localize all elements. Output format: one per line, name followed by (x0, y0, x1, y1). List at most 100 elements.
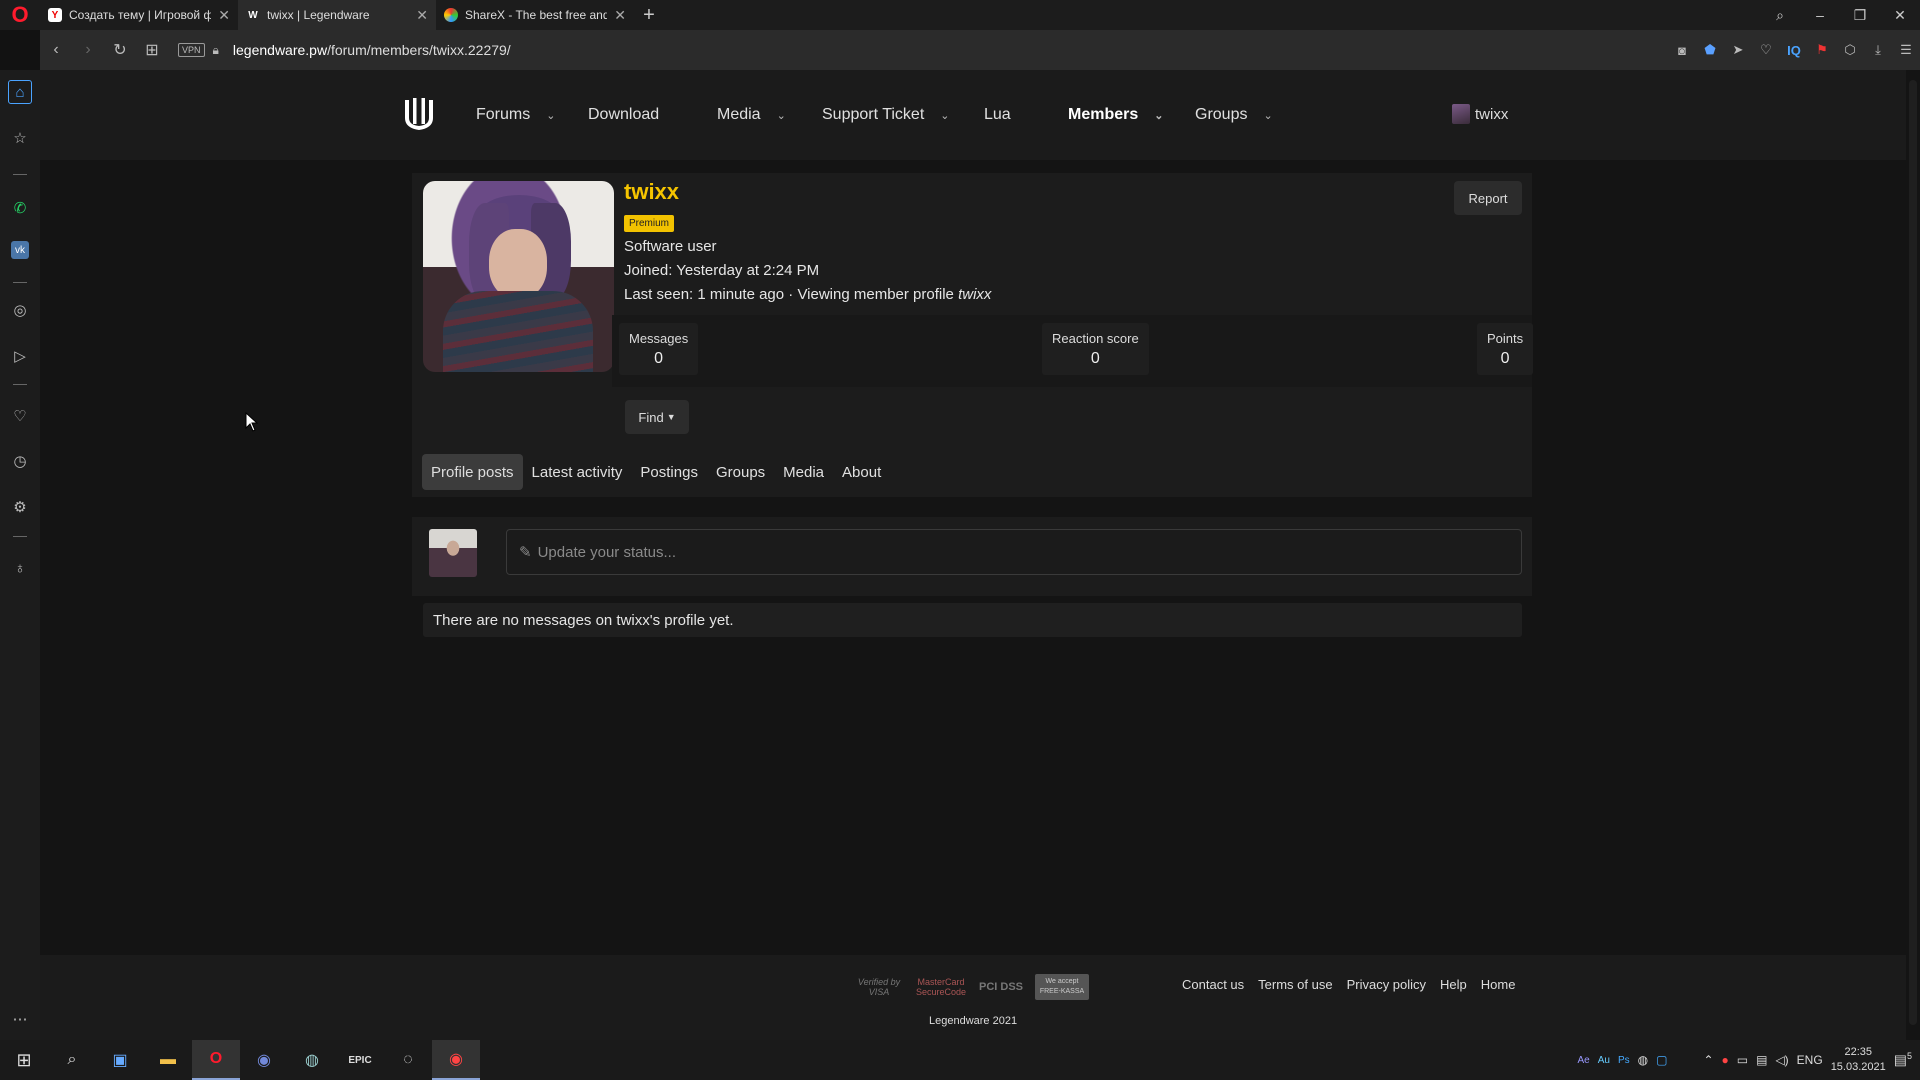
heart-icon[interactable]: ♡ (8, 404, 32, 428)
cube-icon[interactable]: ⬡ (1842, 42, 1858, 58)
tab-latest-activity[interactable]: Latest activity (523, 454, 632, 490)
address-bar: ‹ › ↻ ⊞ VPN 🔒︎ legendware.pw/forum/membe… (40, 30, 1920, 70)
footer-link-home[interactable]: Home (1481, 977, 1516, 992)
search-icon[interactable]: ⌕ (48, 1040, 96, 1080)
tab-groups[interactable]: Groups (707, 454, 774, 490)
epic-games-icon[interactable]: EPIC (336, 1040, 384, 1080)
chrome-tray-icon[interactable]: ● (1722, 1053, 1729, 1067)
close-tab-icon[interactable]: ✕ (218, 7, 230, 24)
widgets-icon[interactable]: ▣ (96, 1040, 144, 1080)
speed-dial-icon[interactable]: ⊞ (136, 40, 168, 60)
nav-members[interactable]: Members ⌄ (1068, 106, 1163, 124)
send-icon[interactable]: ➤ (1730, 42, 1746, 58)
monitor-icon[interactable]: ▭ (1737, 1053, 1748, 1067)
footer-link-privacy[interactable]: Privacy policy (1347, 977, 1426, 992)
back-icon[interactable]: ‹ (40, 41, 72, 59)
stat-points[interactable]: Points 0 (1477, 323, 1534, 375)
tab-legendware[interactable]: W twixx | Legendware ✕ (238, 0, 436, 30)
tab-postings[interactable]: Postings (631, 454, 707, 490)
legendware-logo[interactable] (402, 96, 436, 132)
sharex-taskbar-icon[interactable]: ◉ (432, 1040, 480, 1080)
footer-links: Contact us Terms of use Privacy policy H… (1182, 977, 1515, 992)
language-indicator[interactable]: ENG (1797, 1053, 1823, 1067)
network-icon[interactable]: ▤ (1756, 1053, 1767, 1067)
profile-avatar[interactable] (423, 181, 614, 372)
send-icon[interactable]: ▷ (8, 344, 32, 368)
nav-lua[interactable]: Lua (984, 106, 1011, 124)
chevron-up-icon[interactable]: ⌃ (1703, 1053, 1713, 1067)
footer-link-terms[interactable]: Terms of use (1258, 977, 1332, 992)
tab-sharex[interactable]: ShareX - The best free and ✕ (436, 0, 634, 30)
report-button[interactable]: Report (1454, 181, 1522, 215)
status-input[interactable]: ✎ Update your status... (506, 529, 1522, 575)
star-icon[interactable]: ☆ (8, 126, 32, 150)
nav-media[interactable]: Media ⌄ (717, 106, 786, 124)
audition-icon[interactable]: Au (1598, 1055, 1610, 1066)
windows-start-icon[interactable]: ⊞ (0, 1040, 48, 1080)
easy-setup-icon[interactable]: ☰ (1898, 42, 1914, 58)
file-explorer-icon[interactable]: ▬ (144, 1040, 192, 1080)
steam-icon[interactable]: ◍ (288, 1040, 336, 1080)
camera-icon[interactable]: ◙ (1674, 43, 1690, 58)
volume-icon[interactable]: ◁) (1775, 1053, 1788, 1067)
search-tabs-icon[interactable]: ⌕ (1760, 0, 1800, 30)
find-button[interactable]: Find ▼ (625, 400, 689, 434)
account-menu[interactable]: twixx (1452, 104, 1508, 124)
settings-icon[interactable]: ⚙ (8, 495, 32, 519)
minimize-button[interactable]: – (1800, 0, 1840, 30)
avatar[interactable] (429, 529, 477, 577)
history-icon[interactable]: ◷ (8, 449, 32, 473)
steam-tray-icon[interactable]: ◍ (1638, 1053, 1648, 1067)
tab-profile-posts[interactable]: Profile posts (422, 454, 523, 490)
whatsapp-icon[interactable]: ✆ (8, 196, 32, 220)
iq-extension-icon[interactable]: IQ (1786, 43, 1802, 58)
home-icon[interactable]: ⌂ (8, 80, 32, 104)
close-tab-icon[interactable]: ✕ (416, 7, 428, 24)
more-icon[interactable]: ⋯ (8, 1007, 32, 1031)
tab-yandex[interactable]: Y Создать тему | Игровой ф ✕ (40, 0, 238, 30)
scrollbar[interactable] (1906, 70, 1920, 1040)
obs-icon[interactable]: ◌ (384, 1040, 432, 1080)
close-window-button[interactable]: ✕ (1880, 0, 1920, 30)
url-field[interactable]: legendware.pw/forum/members/twixx.22279/ (233, 42, 511, 58)
notifications-icon[interactable]: ▤5 (1894, 1051, 1912, 1069)
tab-title: Создать тему | Игровой ф (69, 8, 212, 22)
forward-icon[interactable]: › (72, 41, 104, 59)
stat-messages[interactable]: Messages 0 (619, 323, 699, 375)
lightbulb-icon[interactable]: ♁ (8, 556, 32, 580)
stat-reaction-score[interactable]: Reaction score 0 (1042, 323, 1149, 375)
vpn-badge[interactable]: VPN (178, 43, 205, 57)
footer-link-help[interactable]: Help (1440, 977, 1467, 992)
lock-icon[interactable]: 🔒︎ (213, 43, 219, 58)
footer-link-contact[interactable]: Contact us (1182, 977, 1244, 992)
clock-time: 22:35 (1844, 1046, 1872, 1058)
nav-download[interactable]: Download (588, 106, 659, 124)
nav-groups[interactable]: Groups ⌄ (1195, 106, 1273, 124)
visa-logo: Verified by VISA (857, 977, 901, 997)
opera-taskbar-icon[interactable]: O (192, 1040, 240, 1080)
discord-icon[interactable]: ◉ (240, 1040, 288, 1080)
photoshop-icon[interactable]: Ps (1618, 1055, 1630, 1066)
flag-extension-icon[interactable]: ⚑ (1814, 42, 1830, 58)
close-tab-icon[interactable]: ✕ (614, 7, 626, 24)
tab-media[interactable]: Media (774, 454, 833, 490)
reload-icon[interactable]: ↻ (104, 40, 136, 60)
freekassa-logo: We accept FREE-KASSA (1035, 974, 1089, 1000)
player-icon[interactable]: ◎ (8, 298, 32, 322)
shield-icon[interactable]: ⬟ (1702, 42, 1718, 58)
after-effects-icon[interactable]: Ae (1577, 1055, 1589, 1066)
clock[interactable]: 22:35 15.03.2021 (1831, 1045, 1886, 1075)
download-icon[interactable]: ⤓ (1870, 42, 1886, 58)
tab-title: ShareX - The best free and (465, 8, 608, 22)
last-seen-link[interactable]: twixx (958, 286, 991, 303)
vk-icon[interactable]: vk (11, 241, 29, 259)
opera-menu-icon[interactable]: O (0, 0, 40, 30)
nav-forums[interactable]: Forums ⌄ (476, 106, 555, 124)
yandex-icon: Y (48, 8, 62, 22)
tab-about[interactable]: About (833, 454, 890, 490)
restore-button[interactable]: ❐ (1840, 0, 1880, 30)
nav-support-ticket[interactable]: Support Ticket ⌄ (822, 106, 950, 124)
tray-app-icon[interactable]: ▢ (1656, 1053, 1667, 1067)
heart-icon[interactable]: ♡ (1758, 42, 1774, 58)
new-tab-button[interactable]: + (634, 4, 664, 27)
